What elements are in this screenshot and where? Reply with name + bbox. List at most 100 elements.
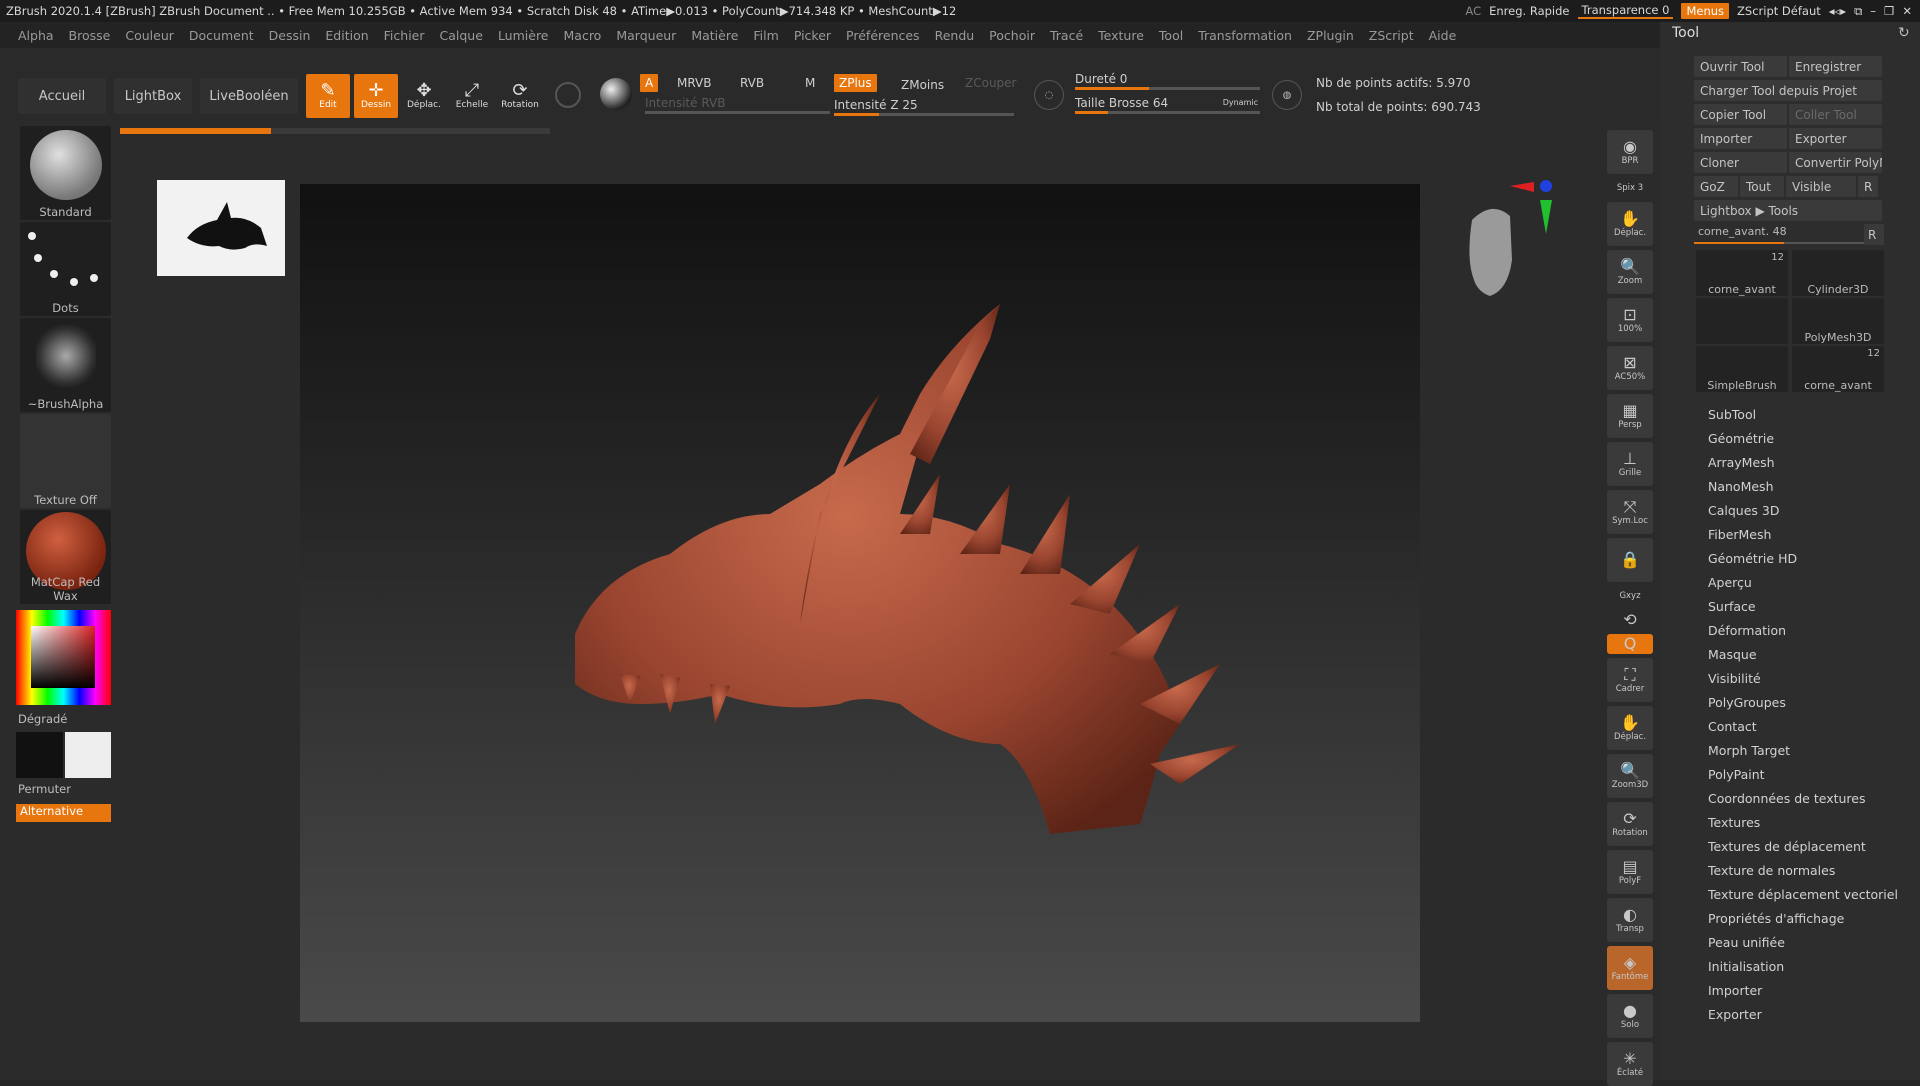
menu-item[interactable]: Calque [440, 28, 483, 43]
dragon-head-model[interactable] [300, 184, 1420, 1022]
alternate-button[interactable]: Alternative [16, 804, 111, 822]
subtool-slider[interactable]: corne_avant. 48 [1694, 224, 1882, 244]
tool-button[interactable]: Importer [1694, 128, 1787, 149]
right-shelf-button[interactable]: ◈ Fantôme [1607, 946, 1653, 990]
tool-button[interactable]: Visible [1786, 176, 1856, 197]
lightbox-tab[interactable]: LightBox [114, 78, 192, 114]
right-shelf-button[interactable]: ⛶ Cadrer [1607, 658, 1653, 702]
right-shelf-button[interactable]: Spix 3 [1607, 178, 1653, 198]
menu-item[interactable]: Aide [1429, 28, 1457, 43]
tool-subpalette-item[interactable]: Déformation [1708, 619, 1898, 643]
right-shelf-button[interactable]: ⟲ [1607, 610, 1653, 630]
menu-item[interactable]: Picker [794, 28, 831, 43]
document-thumbnail[interactable] [157, 180, 285, 276]
mode-button[interactable]: ✛ Dessin [354, 74, 398, 118]
right-shelf-button[interactable]: ◉ BPR [1607, 130, 1653, 174]
tool-thumbnail[interactable] [1696, 298, 1788, 344]
tool-thumbnail[interactable]: corne_avant 12 [1696, 250, 1788, 296]
z-intensity-slider[interactable]: Intensité Z 25 [834, 98, 1014, 116]
menu-item[interactable]: Couleur [125, 28, 174, 43]
tool-subpalette-item[interactable]: Textures [1708, 811, 1898, 835]
tool-button[interactable]: Cloner [1694, 152, 1787, 173]
tool-subpalette-item[interactable]: Contact [1708, 715, 1898, 739]
right-shelf-button[interactable]: Gxyz [1607, 586, 1653, 606]
tool-subpalette-item[interactable]: Texture de normales [1708, 859, 1898, 883]
right-shelf-button[interactable]: ⊠ AC50% [1607, 346, 1653, 390]
menu-item[interactable]: Tracé [1050, 28, 1083, 43]
main-color-swatch[interactable] [16, 732, 63, 778]
tool-subpalette-item[interactable]: Exporter [1708, 1003, 1898, 1027]
tool-subpalette-item[interactable]: Texture déplacement vectoriel [1708, 883, 1898, 907]
secondary-color-swatch[interactable] [65, 732, 111, 778]
texture-picker[interactable]: Texture Off [20, 414, 111, 508]
zminus-toggle[interactable]: ZMoins [896, 76, 949, 94]
right-shelf-button[interactable]: ▦ Persp [1607, 394, 1653, 438]
right-shelf-button[interactable]: ▤ PolyF [1607, 850, 1653, 894]
tool-subpalette-item[interactable]: Géométrie HD [1708, 547, 1898, 571]
tool-button[interactable]: Coller Tool [1789, 104, 1882, 125]
right-shelf-button[interactable]: ● Solo [1607, 994, 1653, 1038]
right-shelf-button[interactable]: 🔍 Zoom3D [1607, 754, 1653, 798]
mode-button[interactable]: ✥ Déplac. [402, 74, 446, 118]
tool-subpalette-item[interactable]: Initialisation [1708, 955, 1898, 979]
mode-button[interactable]: ⤢ Echelle [450, 74, 494, 118]
tool-subpalette-item[interactable]: Importer [1708, 979, 1898, 1003]
rvb-toggle[interactable]: RVB [735, 74, 769, 92]
right-shelf-button[interactable]: ✋ Déplac. [1607, 706, 1653, 750]
stroke-picker[interactable]: Dots [20, 222, 111, 316]
tool-button[interactable]: Charger Tool depuis Projet [1694, 80, 1882, 101]
right-shelf-button[interactable]: ✳ Éclaté [1607, 1042, 1653, 1086]
tool-subpalette-item[interactable]: FiberMesh [1708, 523, 1898, 547]
mode-button[interactable]: ✎ Edit [306, 74, 350, 118]
zcut-toggle[interactable]: ZCouper [960, 74, 1021, 92]
home-tab[interactable]: Accueil [18, 78, 106, 114]
menu-item[interactable]: Pochoir [989, 28, 1035, 43]
tool-subpalette-item[interactable]: Aperçu [1708, 571, 1898, 595]
right-shelf-button[interactable]: Q [1607, 634, 1653, 654]
color-picker[interactable] [16, 610, 111, 705]
tool-thumbnail[interactable]: corne_avant 12 [1792, 346, 1884, 392]
tool-subpalette-item[interactable]: Peau unifiée [1708, 931, 1898, 955]
brush-picker[interactable]: Standard [20, 126, 111, 220]
right-shelf-button[interactable]: ⊥ Grille [1607, 442, 1653, 486]
menu-item[interactable]: ZScript [1369, 28, 1414, 43]
tool-thumbnail[interactable]: Cylinder3D [1792, 250, 1884, 296]
menu-item[interactable]: Texture [1098, 28, 1144, 43]
rvb-intensity-slider[interactable]: Intensité RVB [645, 96, 830, 114]
menus-button[interactable]: Menus [1681, 3, 1730, 19]
tool-thumbnail[interactable]: SimpleBrush [1696, 346, 1788, 392]
panel-refresh-icon[interactable]: ↻ [1898, 25, 1910, 41]
right-shelf-button[interactable]: 🔍 Zoom [1607, 250, 1653, 294]
tool-subpalette-item[interactable]: Masque [1708, 643, 1898, 667]
close-icon[interactable]: ✕ [1902, 4, 1912, 18]
right-shelf-button[interactable]: 🔒 [1607, 538, 1653, 582]
tool-button[interactable]: GoZ [1694, 176, 1738, 197]
ac-label[interactable]: AC [1465, 4, 1481, 18]
tool-subpalette-item[interactable]: ArrayMesh [1708, 451, 1898, 475]
menu-item[interactable]: Alpha [18, 28, 54, 43]
zscript-default[interactable]: ZScript Défaut [1737, 4, 1821, 18]
subtool-r-button[interactable]: R [1864, 224, 1884, 245]
swap-button[interactable]: Permuter [18, 782, 71, 796]
tool-subpalette-item[interactable]: Visibilité [1708, 667, 1898, 691]
m-toggle[interactable]: M [800, 74, 820, 92]
material-sphere-icon[interactable] [600, 78, 632, 110]
restore-icon[interactable]: ❐ [1884, 4, 1894, 18]
focal-shift-icon[interactable]: ◌ [1034, 80, 1064, 110]
tool-button[interactable]: Enregistrer [1789, 56, 1882, 77]
right-shelf-button[interactable]: ✋ Déplac. [1607, 202, 1653, 246]
tool-subpalette-item[interactable]: Calques 3D [1708, 499, 1898, 523]
a-toggle[interactable]: A [640, 74, 659, 92]
zplus-toggle[interactable]: ZPlus [834, 74, 877, 92]
quicksave-button[interactable]: Enreg. Rapide [1489, 4, 1569, 18]
menu-item[interactable]: Matière [691, 28, 738, 43]
menu-item[interactable]: Transformation [1198, 28, 1292, 43]
gradient-label[interactable]: Dégradé [18, 712, 67, 726]
right-shelf-button[interactable]: ⤧ Sym.Loc [1607, 490, 1653, 534]
tool-button[interactable]: Ouvrir Tool [1694, 56, 1787, 77]
tool-subpalette-item[interactable]: Surface [1708, 595, 1898, 619]
3d-viewport[interactable] [300, 184, 1420, 1022]
tool-subpalette-item[interactable]: Coordonnées de textures [1708, 787, 1898, 811]
tool-button[interactable]: Exporter [1789, 128, 1882, 149]
menu-item[interactable]: Brosse [69, 28, 111, 43]
